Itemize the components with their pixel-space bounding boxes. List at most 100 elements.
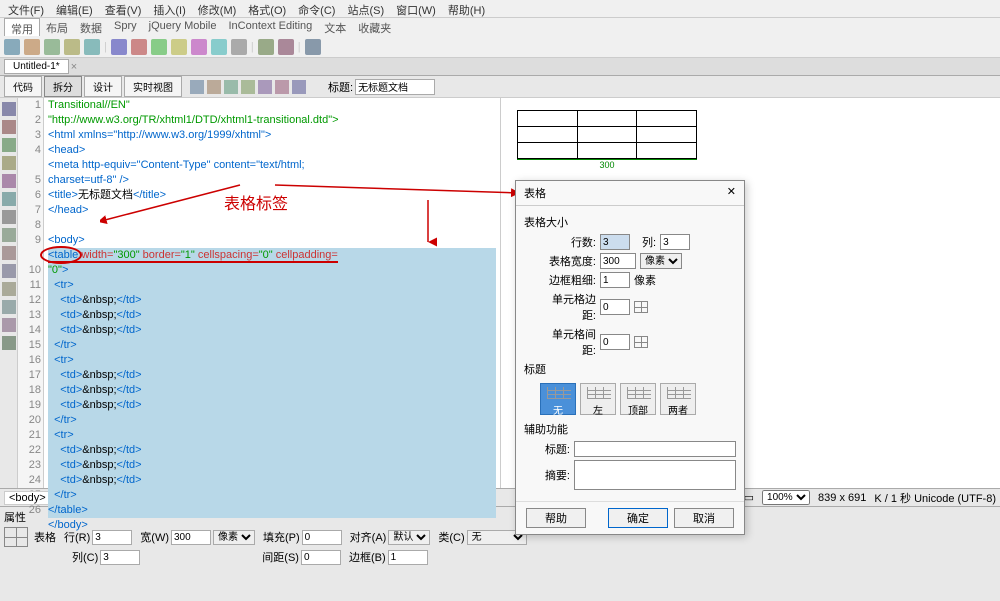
live-code-icon[interactable] [190,80,204,94]
header-both-button[interactable]: 两者 [660,383,696,415]
cellspc-input[interactable] [600,334,630,350]
header-group-label: 标题 [524,361,736,377]
tab-incontext[interactable]: InContext Editing [222,18,318,36]
doc-tab-untitled[interactable]: Untitled-1* [4,59,69,74]
width-input[interactable] [600,253,636,269]
split-view-button[interactable]: 拆分 [44,76,82,97]
menu-view[interactable]: 查看(V) [105,2,142,15]
highlight-icon[interactable] [2,210,16,224]
word-wrap-icon[interactable] [2,246,16,260]
parent-tag-icon[interactable] [2,156,16,170]
menu-modify[interactable]: 修改(M) [198,2,237,15]
tab-fav[interactable]: 收藏夹 [352,18,397,36]
menu-site[interactable]: 站点(S) [347,2,384,15]
tag-icon[interactable] [305,39,321,55]
cellpad-input[interactable] [600,299,630,315]
balance-icon[interactable] [2,174,16,188]
email-icon[interactable] [24,39,40,55]
code-toolbar [0,98,18,488]
props-border-label: 边框(B) [349,549,386,565]
recent-icon[interactable] [2,336,16,350]
tab-common[interactable]: 常用 [4,18,40,36]
caption-input[interactable] [574,441,736,457]
menu-commands[interactable]: 命令(C) [298,2,335,15]
refresh-icon[interactable] [224,80,238,94]
template-icon[interactable] [278,39,294,55]
cols-input[interactable] [660,234,690,250]
live-view-button[interactable]: 实时视图 [124,76,182,97]
date-icon[interactable] [171,39,187,55]
indent-icon[interactable] [2,282,16,296]
width-unit-select[interactable]: 像素 [640,253,682,269]
border-input[interactable] [600,272,630,288]
options-icon[interactable] [258,80,272,94]
close-tab-icon[interactable]: × [71,61,77,73]
summary-textarea[interactable] [574,460,736,490]
inspect-icon[interactable] [207,80,221,94]
tab-layout[interactable]: 布局 [40,18,74,36]
menu-bar: 文件(F) 编辑(E) 查看(V) 插入(I) 修改(M) 格式(O) 命令(C… [0,0,1000,18]
insert-iconbar: | | | [0,36,1000,58]
menu-insert[interactable]: 插入(I) [153,2,185,15]
tab-text[interactable]: 文本 [318,18,352,36]
path-body[interactable]: <body> [4,491,51,505]
header-none-button[interactable]: 无 [540,383,576,415]
hidden-chars-icon[interactable] [2,264,16,278]
props-spc-label: 间距(S) [262,549,299,565]
expand-icon[interactable] [2,138,16,152]
syntax-icon[interactable] [2,228,16,242]
image-icon[interactable] [111,39,127,55]
props-cols-input[interactable] [100,550,140,565]
hyperlink-icon[interactable] [4,39,20,55]
format-icon[interactable] [2,318,16,332]
line-num-icon[interactable] [2,192,16,206]
media-icon[interactable] [131,39,147,55]
cancel-button[interactable]: 取消 [674,508,734,528]
title-label: 标题: [328,79,353,95]
title-input[interactable] [355,79,435,95]
main-area: 1234567891011121314151617181920212223242… [0,98,1000,488]
head-icon[interactable] [231,39,247,55]
dialog-title: 表格 [524,185,546,201]
outdent-icon[interactable] [2,300,16,314]
props-title: 属性 [4,509,26,525]
select-icon[interactable]: ▭ [744,491,754,504]
rows-label: 行数: [540,234,596,250]
collapse-icon[interactable] [2,120,16,134]
zoom-select[interactable]: 100% [762,490,810,505]
menu-format[interactable]: 格式(O) [248,2,286,15]
header-top-button[interactable]: 顶部 [620,383,656,415]
menu-file[interactable]: 文件(F) [8,2,44,15]
props-spc-input[interactable] [301,550,341,565]
server-icon[interactable] [191,39,207,55]
tab-jquery[interactable]: jQuery Mobile [143,18,223,36]
props-border-input[interactable] [388,550,428,565]
help-button[interactable]: 帮助 [526,508,586,528]
tab-data[interactable]: 数据 [74,18,108,36]
cellspc-icon [634,336,648,348]
preview-table[interactable] [517,110,697,159]
anchor-icon[interactable] [44,39,60,55]
design-view-button[interactable]: 设计 [84,76,122,97]
visual-aids-icon[interactable] [275,80,289,94]
open-docs-icon[interactable] [2,102,16,116]
close-icon[interactable]: ✕ [727,185,736,201]
ok-button[interactable]: 确定 [608,508,668,528]
cellpad-label: 单元格边距: [540,291,596,323]
check-icon[interactable] [292,80,306,94]
widget-icon[interactable] [151,39,167,55]
div-icon[interactable] [84,39,100,55]
menu-window[interactable]: 窗口(W) [396,2,436,15]
code-view-button[interactable]: 代码 [4,76,42,97]
script-icon[interactable] [258,39,274,55]
cols-label: 列: [642,234,656,250]
code-editor[interactable]: Transitional//EN" "http://www.w3.org/TR/… [44,98,500,488]
table-icon[interactable] [64,39,80,55]
header-left-button[interactable]: 左 [580,383,616,415]
rows-input[interactable] [600,234,630,250]
menu-help[interactable]: 帮助(H) [448,2,485,15]
tab-spry[interactable]: Spry [108,18,143,36]
browser-icon[interactable] [241,80,255,94]
comment-icon[interactable] [211,39,227,55]
menu-edit[interactable]: 编辑(E) [56,2,93,15]
